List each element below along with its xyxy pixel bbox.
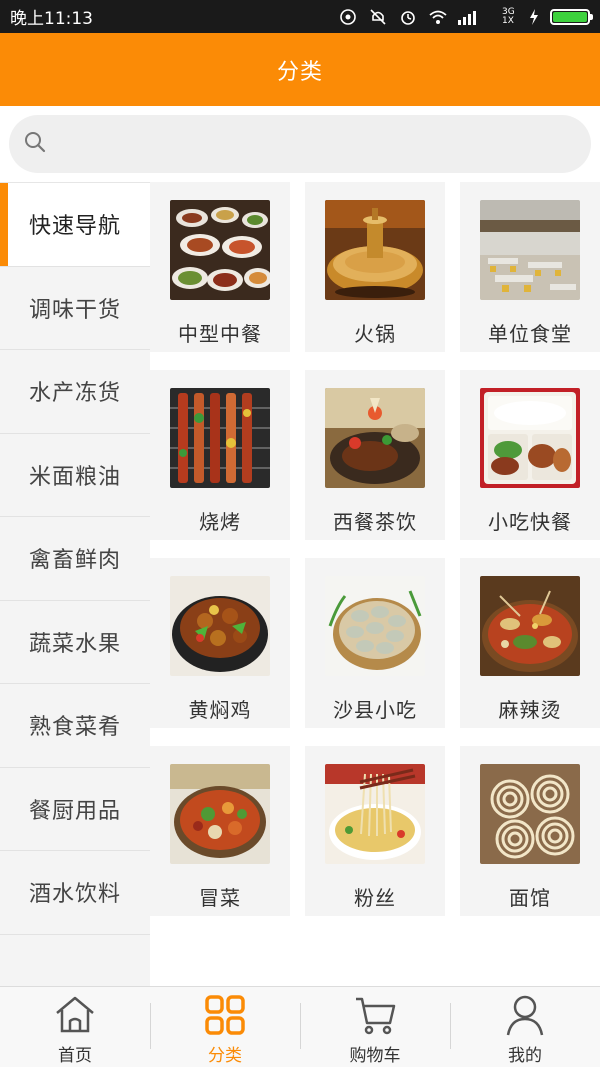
nav-profile-label: 我的 — [508, 1046, 542, 1066]
sidebar-item-label: 熟食菜肴 — [28, 715, 121, 741]
status-icons: 3G 1X — [338, 6, 593, 26]
grid-item-label: 单位食堂 — [488, 322, 572, 346]
sidebar-item-deli[interactable]: 熟食菜肴 — [0, 684, 150, 768]
charging-icon — [528, 8, 540, 25]
maocai-photo — [170, 764, 270, 864]
app-header: 分类 — [0, 33, 600, 106]
grid-item-label: 粉丝 — [354, 886, 396, 910]
sidebar-item-quick-nav[interactable]: 快速导航 — [0, 183, 150, 267]
nav-cart-label: 购物车 — [349, 1046, 401, 1066]
grid-item-label: 麻辣烫 — [498, 698, 562, 722]
noodle-shop-photo — [480, 764, 580, 864]
battery-level — [553, 11, 587, 22]
nav-cart[interactable]: 购物车 — [300, 987, 450, 1067]
grid-item-label: 西餐茶饮 — [333, 510, 417, 534]
grid-item-noodle-shop[interactable]: 面馆 — [460, 746, 600, 916]
malatang-photo — [480, 576, 580, 676]
network-label: 3G 1X — [502, 6, 515, 26]
grid-item-label: 沙县小吃 — [333, 698, 417, 722]
grid-item-label: 中型中餐 — [178, 322, 262, 346]
nav-home[interactable]: 首页 — [0, 987, 150, 1067]
grid-item-fast-food[interactable]: 小吃快餐 — [460, 370, 600, 540]
sidebar-item-label: 快速导航 — [28, 214, 121, 240]
sidebar-item-label: 米面粮油 — [28, 464, 121, 490]
grid-item-label: 烧烤 — [199, 510, 241, 534]
grid-item-canteen[interactable]: 单位食堂 — [460, 182, 600, 352]
sidebar-item-label: 水产冻货 — [28, 381, 121, 407]
grid-item-maocai[interactable]: 冒菜 — [150, 746, 290, 916]
mute-icon — [368, 8, 388, 25]
grid-item-braised-chicken[interactable]: 黄焖鸡 — [150, 558, 290, 728]
sidebar-item-label: 蔬菜水果 — [28, 631, 121, 657]
sidebar-item-label: 酒水饮料 — [28, 882, 121, 908]
search-input[interactable] — [57, 133, 557, 155]
sidebar-item-kitchenware[interactable]: 餐厨用品 — [0, 768, 150, 851]
grid-item-hotpot[interactable]: 火锅 — [305, 182, 445, 352]
sync-icon — [338, 8, 358, 25]
battery-icon — [550, 8, 593, 25]
bottom-nav: 首页 分类 购物车 我的 — [0, 986, 600, 1067]
profile-icon — [506, 995, 544, 1036]
grid-item-label: 冒菜 — [199, 886, 241, 910]
grid-item-malatang[interactable]: 麻辣烫 — [460, 558, 600, 728]
dumplings-photo — [325, 576, 425, 676]
fast-food-photo — [480, 388, 580, 488]
category-icon — [205, 995, 245, 1035]
barbecue-photo — [170, 388, 270, 488]
sidebar-item-seasoning[interactable]: 调味干货 — [0, 267, 150, 350]
sidebar-item-seafood[interactable]: 水产冻货 — [0, 350, 150, 434]
wifi-icon — [428, 9, 448, 25]
search-area — [0, 106, 600, 182]
grid-item-barbecue[interactable]: 烧烤 — [150, 370, 290, 540]
grid-item-dumplings[interactable]: 沙县小吃 — [305, 558, 445, 728]
hotpot-photo — [325, 200, 425, 300]
grid-item-label: 小吃快餐 — [488, 510, 572, 534]
signal-icon — [458, 9, 492, 25]
grid-item-label: 黄焖鸡 — [188, 698, 252, 722]
cart-icon — [356, 997, 396, 1035]
category-grid: 中型中餐 火锅 单位食堂 烧烤 西餐茶饮 小吃快餐 黄焖鸡 沙县小吃 麻辣烫 冒… — [150, 182, 600, 986]
search-bar[interactable] — [9, 115, 591, 173]
status-bar: 晚上11:13 3G 1X — [0, 0, 600, 33]
nav-profile[interactable]: 我的 — [450, 987, 600, 1067]
home-icon — [56, 996, 94, 1033]
alarm-icon — [398, 9, 418, 25]
braised-chicken-photo — [170, 576, 270, 676]
sidebar-item-beverages[interactable]: 酒水饮料 — [0, 851, 150, 935]
sidebar-item-label: 禽畜鲜肉 — [28, 548, 121, 574]
category-sidebar: 快速导航 调味干货 水产冻货 米面粮油 禽畜鲜肉 蔬菜水果 熟食菜肴 餐厨用品 … — [0, 182, 150, 986]
noodles-photo — [325, 764, 425, 864]
grid-item-noodles[interactable]: 粉丝 — [305, 746, 445, 916]
status-time: 晚上11:13 — [10, 9, 93, 29]
nav-category-label: 分类 — [208, 1046, 242, 1066]
grid-item-label: 火锅 — [354, 322, 396, 346]
nav-home-label: 首页 — [58, 1046, 92, 1066]
chinese-food-photo — [170, 200, 270, 300]
sidebar-item-produce[interactable]: 蔬菜水果 — [0, 601, 150, 684]
page-title: 分类 — [276, 59, 323, 85]
grid-item-chinese-food[interactable]: 中型中餐 — [150, 182, 290, 352]
canteen-photo — [480, 200, 580, 300]
sidebar-item-label: 调味干货 — [28, 297, 121, 323]
search-icon — [23, 130, 47, 158]
grid-item-western-food[interactable]: 西餐茶饮 — [305, 370, 445, 540]
sidebar-item-label: 餐厨用品 — [28, 798, 121, 824]
grid-item-label: 面馆 — [509, 886, 551, 910]
nav-category[interactable]: 分类 — [150, 987, 300, 1067]
western-food-photo — [325, 388, 425, 488]
sidebar-item-meat[interactable]: 禽畜鲜肉 — [0, 517, 150, 601]
sidebar-item-grain-oil[interactable]: 米面粮油 — [0, 434, 150, 517]
